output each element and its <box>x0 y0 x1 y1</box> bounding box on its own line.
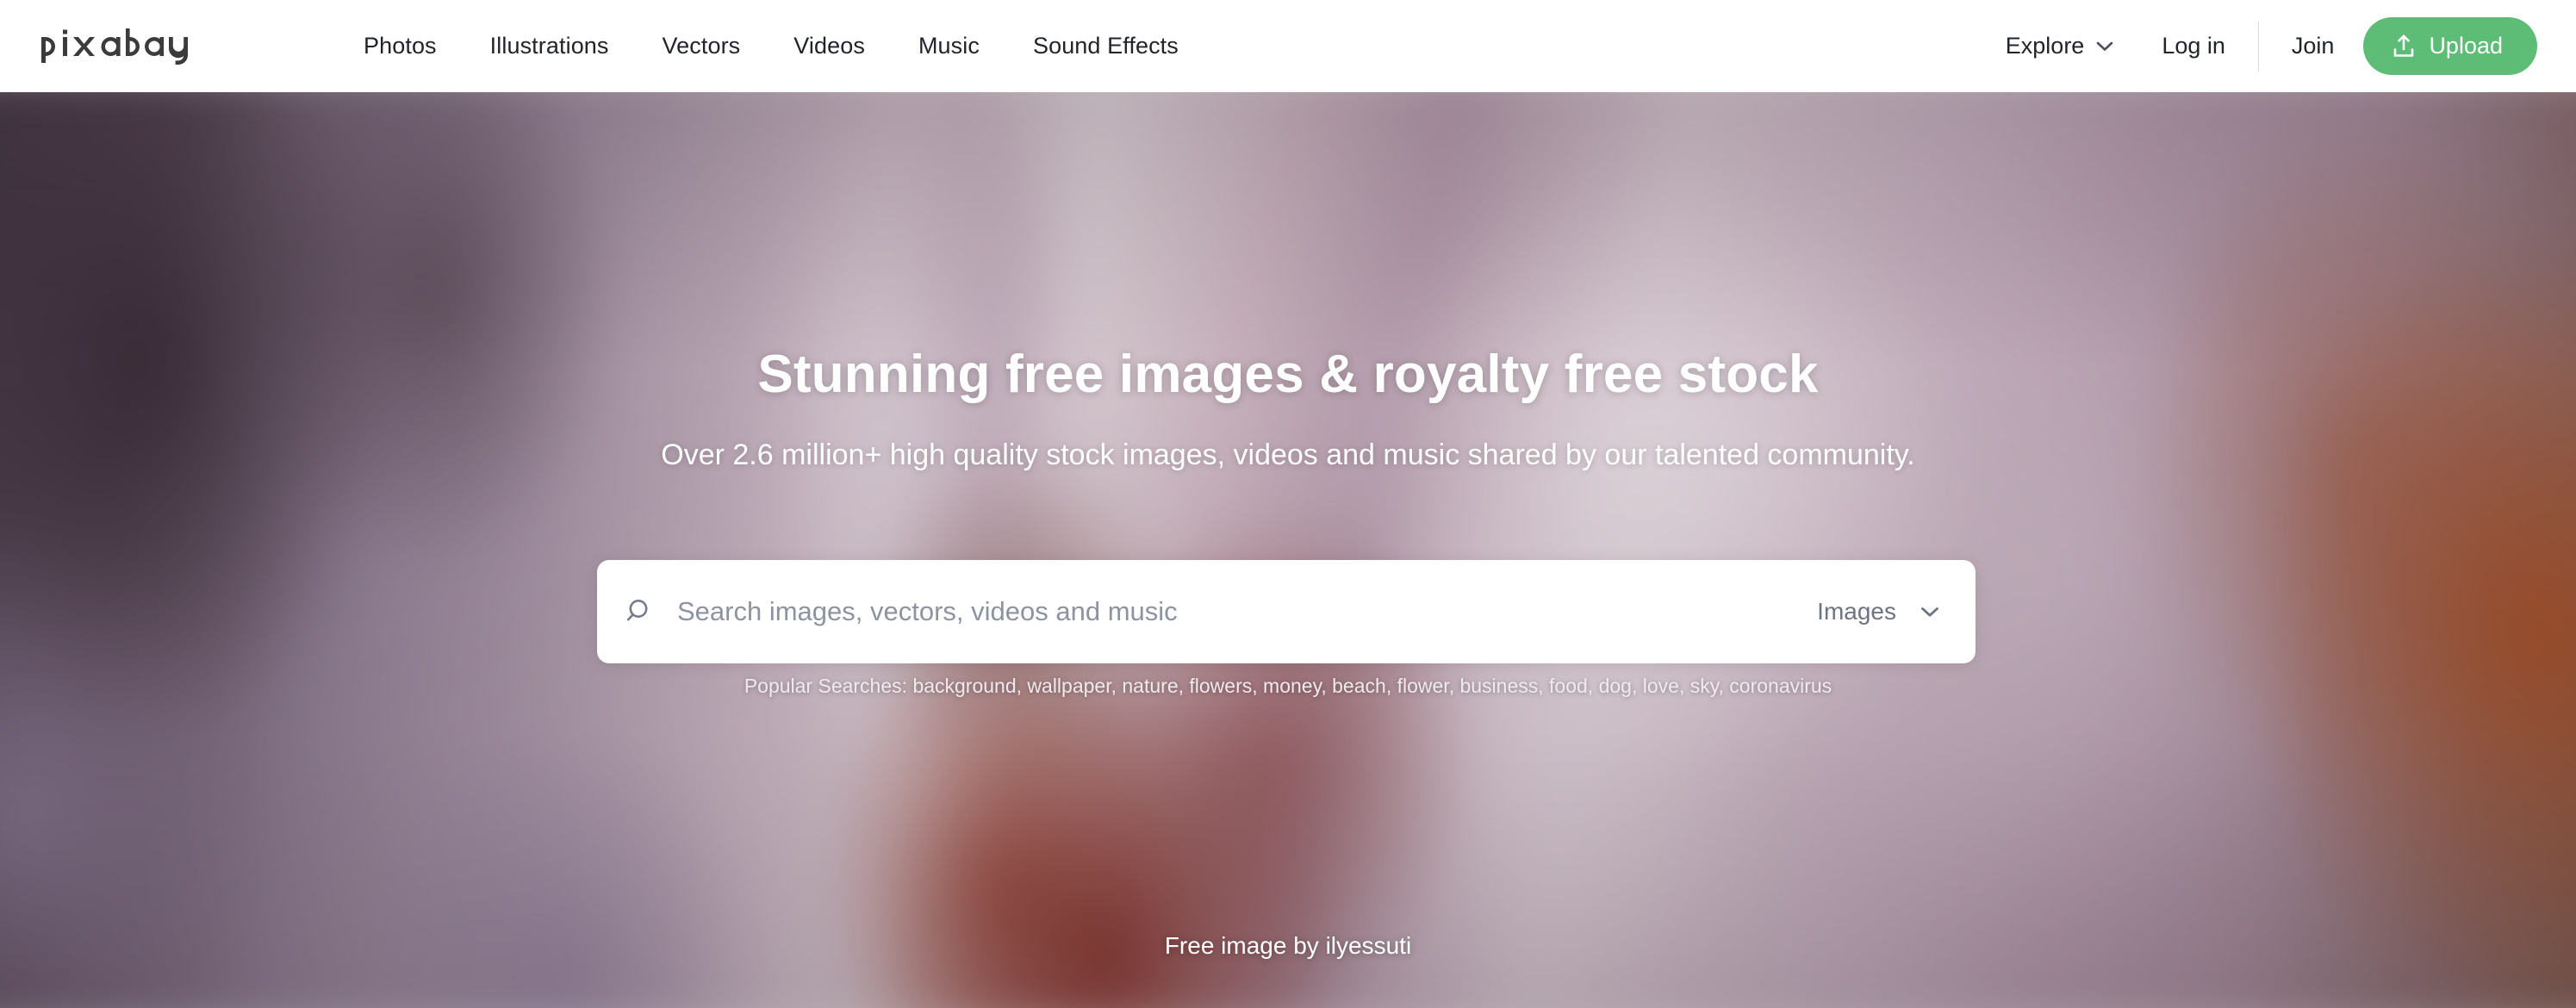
search-icon[interactable] <box>625 597 655 626</box>
popular-search-term[interactable]: flowers <box>1189 675 1252 697</box>
popular-search-term[interactable]: beach <box>1332 675 1386 697</box>
popular-searches-label: Popular Searches: <box>744 675 908 697</box>
search-type-select[interactable]: Images <box>1795 598 1939 625</box>
popular-search-term[interactable]: wallpaper <box>1027 675 1111 697</box>
popular-search-term[interactable]: sky <box>1690 675 1719 697</box>
nav-item-photos[interactable]: Photos <box>364 33 437 59</box>
popular-search-term[interactable]: coronavirus <box>1729 675 1832 697</box>
nav-item-videos[interactable]: Videos <box>793 33 865 59</box>
nav-item-music[interactable]: Music <box>918 33 980 59</box>
popular-search-term[interactable]: dog <box>1599 675 1632 697</box>
nav-item-vectors[interactable]: Vectors <box>663 33 741 59</box>
hero-section: Stunning free images & royalty free stoc… <box>0 92 2576 1008</box>
popular-search-term[interactable]: background <box>912 675 1016 697</box>
header-actions: Explore Log in Join Upload <box>2006 17 2576 75</box>
chevron-down-icon <box>1920 607 1939 618</box>
hero-content: Stunning free images & royalty free stoc… <box>0 92 2576 1008</box>
popular-searches: Popular Searches: background, wallpaper,… <box>0 675 2576 698</box>
upload-icon <box>2392 34 2415 59</box>
hero-title: Stunning free images & royalty free stoc… <box>757 345 1819 404</box>
log-in-link[interactable]: Log in <box>2162 33 2225 59</box>
pixabay-logo[interactable] <box>40 27 200 66</box>
popular-search-term[interactable]: nature <box>1122 675 1178 697</box>
popular-search-term[interactable]: love <box>1643 675 1679 697</box>
search-type-label: Images <box>1817 598 1896 625</box>
pixabay-logo-icon <box>41 28 188 65</box>
hero-subtitle: Over 2.6 million+ high quality stock ima… <box>661 439 1915 471</box>
image-credit: Free image by ilyessuti <box>0 932 2576 960</box>
join-link[interactable]: Join <box>2292 33 2335 59</box>
search-bar[interactable]: Images <box>597 560 1976 663</box>
chevron-down-icon <box>2096 41 2113 52</box>
explore-label: Explore <box>2005 33 2085 59</box>
image-credit-author[interactable]: ilyessuti <box>1326 932 1412 959</box>
upload-button-label: Upload <box>2429 33 2503 59</box>
primary-navigation: Photos Illustrations Vectors Videos Musi… <box>364 33 1232 59</box>
header-divider <box>2257 21 2259 72</box>
nav-item-illustrations[interactable]: Illustrations <box>490 33 609 59</box>
popular-search-term[interactable]: food <box>1549 675 1588 697</box>
popular-search-term[interactable]: flower <box>1397 675 1449 697</box>
explore-menu[interactable]: Explore <box>2006 33 2114 59</box>
site-header: Photos Illustrations Vectors Videos Musi… <box>0 0 2576 92</box>
popular-search-term[interactable]: money <box>1263 675 1321 697</box>
popular-search-term[interactable]: business <box>1459 675 1538 697</box>
upload-button[interactable]: Upload <box>2363 17 2537 75</box>
popular-searches-terms: background, wallpaper, nature, flowers, … <box>912 675 1832 697</box>
nav-item-sound-effects[interactable]: Sound Effects <box>1033 33 1179 59</box>
search-input[interactable] <box>677 596 1795 627</box>
image-credit-prefix: Free image by <box>1164 932 1326 959</box>
